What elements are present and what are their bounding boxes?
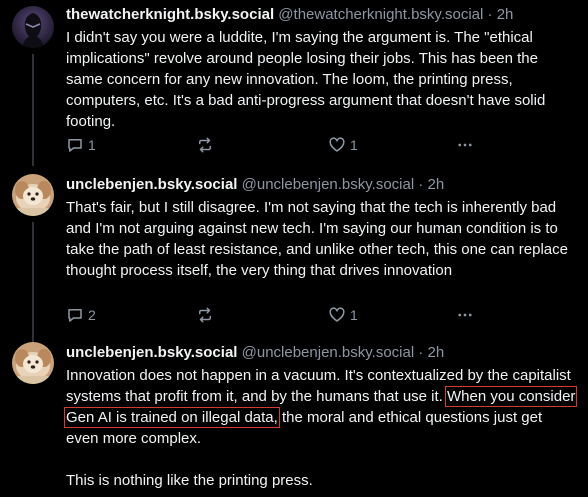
timestamp[interactable]: 2h: [497, 6, 514, 23]
display-name[interactable]: unclebenjen.bsky.social: [66, 344, 237, 361]
display-name[interactable]: unclebenjen.bsky.social: [66, 176, 237, 193]
fluffy-dog-avatar-icon: [12, 342, 54, 384]
thread-connector-line: [32, 222, 34, 346]
post-thread: thewatcherknight.bsky.social @thewatcher…: [0, 0, 588, 497]
fluffy-dog-avatar-icon: [12, 174, 54, 216]
like-count: 1: [350, 307, 358, 323]
like-button[interactable]: 1: [328, 305, 358, 325]
post-header: thewatcherknight.bsky.social @thewatcher…: [66, 5, 578, 25]
reply-button[interactable]: 1: [66, 135, 96, 155]
reply-count: 1: [88, 137, 96, 153]
more-options-icon: [458, 313, 472, 317]
reply-icon: [68, 139, 82, 152]
timestamp[interactable]: 2h: [428, 176, 445, 193]
heart-icon: [329, 137, 345, 152]
reply-icon: [68, 309, 82, 322]
separator: ·: [418, 344, 424, 361]
repost-icon: [199, 307, 211, 323]
post-actions: 2 1: [66, 305, 506, 325]
more-options-icon: [458, 143, 472, 147]
avatar[interactable]: [12, 6, 54, 48]
post-body: I didn't say you were a luddite, I'm say…: [66, 29, 546, 130]
thread-connector-line: [32, 54, 34, 166]
more-options-button[interactable]: [456, 305, 474, 325]
post[interactable]: unclebenjen.bsky.social @unclebenjen.bsk…: [0, 338, 588, 497]
post-body: That's fair, but I still disagree. I'm n…: [66, 199, 568, 279]
handle[interactable]: @unclebenjen.bsky.social: [242, 344, 415, 361]
handle[interactable]: @thewatcherknight.bsky.social: [278, 6, 483, 23]
heart-icon: [329, 307, 345, 322]
handle[interactable]: @unclebenjen.bsky.social: [242, 176, 415, 193]
avatar[interactable]: [12, 342, 54, 384]
separator: ·: [418, 176, 424, 193]
separator: ·: [487, 6, 493, 23]
repost-icon: [199, 137, 211, 153]
post-paragraph: Innovation does not happen in a vacuum. …: [63, 365, 578, 449]
reply-button[interactable]: 2: [66, 305, 96, 325]
display-name[interactable]: thewatcherknight.bsky.social: [66, 6, 274, 23]
repost-button[interactable]: [196, 305, 214, 325]
post-header: unclebenjen.bsky.social @unclebenjen.bsk…: [66, 343, 578, 363]
post-paragraph: This is nothing like the printing press.: [66, 472, 313, 489]
post-actions: 1 1: [66, 135, 506, 155]
more-options-button[interactable]: [456, 135, 474, 155]
like-button[interactable]: 1: [328, 135, 358, 155]
post-header: unclebenjen.bsky.social @unclebenjen.bsk…: [66, 175, 578, 195]
repost-button[interactable]: [196, 135, 214, 155]
like-count: 1: [350, 137, 358, 153]
post-body: Innovation does not happen in a vacuum. …: [63, 365, 578, 491]
post[interactable]: thewatcherknight.bsky.social @thewatcher…: [0, 0, 588, 166]
post[interactable]: unclebenjen.bsky.social @unclebenjen.bsk…: [0, 170, 588, 346]
dark-knight-avatar-icon: [12, 6, 54, 48]
avatar[interactable]: [12, 174, 54, 216]
timestamp[interactable]: 2h: [428, 344, 445, 361]
reply-count: 2: [88, 307, 96, 323]
